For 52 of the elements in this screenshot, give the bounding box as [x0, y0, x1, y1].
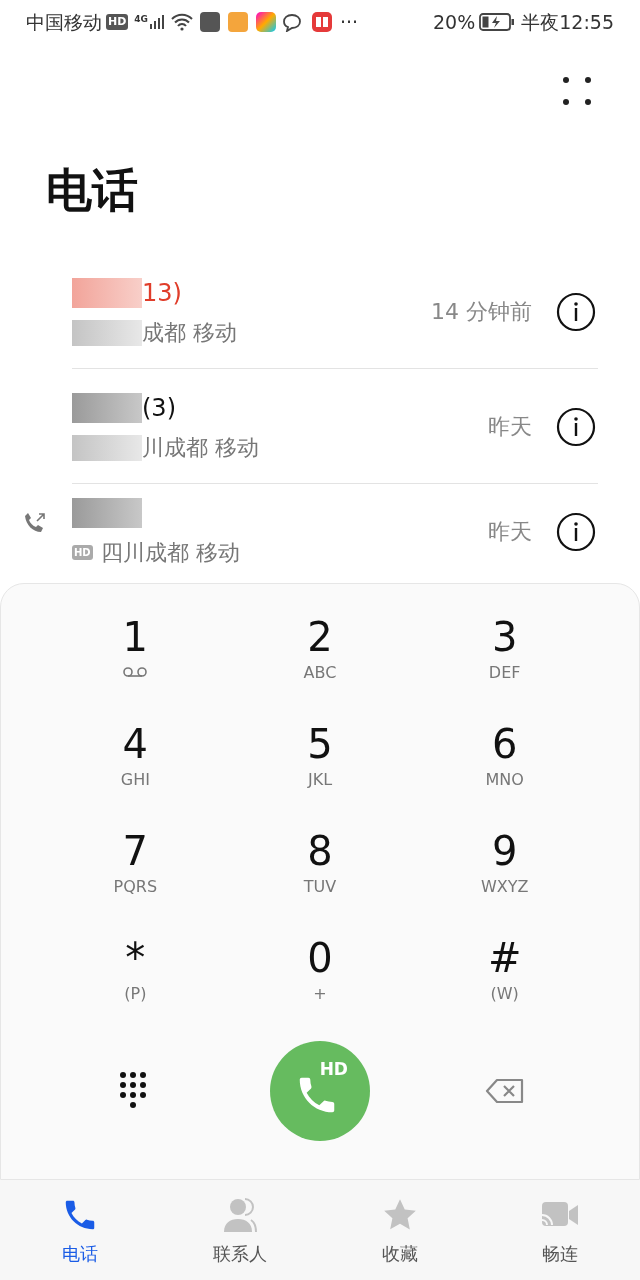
tab-item[interactable]: 收藏 — [320, 1180, 480, 1280]
backspace-icon[interactable] — [484, 1078, 525, 1104]
location-text: 川成都 移动 — [142, 434, 259, 462]
contact-name: 13) — [142, 277, 182, 308]
book-app-icon — [312, 12, 332, 32]
call-time: 14 分钟前 — [431, 298, 532, 326]
call-time: 昨天 — [488, 413, 532, 441]
dial-key[interactable]: 9 WXYZ — [412, 822, 597, 929]
info-icon[interactable] — [556, 291, 596, 332]
info-icon[interactable] — [556, 406, 596, 447]
person-icon — [221, 1196, 259, 1234]
more-notifications-icon: ··· — [340, 7, 359, 37]
call-log-row[interactable]: 13) 成都 移动 14 分钟前 — [0, 254, 640, 369]
dial-key[interactable]: * (P) — [43, 929, 228, 1036]
wifi-icon — [170, 12, 194, 32]
chat-bubble-icon — [282, 12, 304, 32]
app-icon — [200, 12, 220, 32]
voicemail-icon — [122, 666, 149, 678]
dial-key[interactable]: 8 TUV — [227, 822, 413, 929]
dial-key[interactable]: 3 DEF — [412, 608, 597, 715]
app-icon — [256, 12, 276, 32]
call-time: 昨天 — [488, 518, 532, 546]
tab-item[interactable]: 电话 — [0, 1180, 160, 1280]
call-log-row[interactable]: HD 四川成都 移动 昨天 — [0, 484, 640, 579]
dial-key[interactable]: 0 + — [227, 929, 413, 1036]
dial-key[interactable]: # (W) — [412, 929, 597, 1036]
pixelated-number — [72, 319, 142, 346]
dial-key[interactable]: 7 PQRS — [43, 822, 228, 929]
tab-item[interactable]: 联系人 — [160, 1180, 320, 1280]
dial-key[interactable]: 2 ABC — [227, 608, 413, 715]
contact-name: (3) — [142, 392, 176, 423]
dial-key[interactable]: 5 JKL — [227, 715, 413, 822]
dial-key[interactable]: 1 — [43, 608, 228, 715]
location-text: 四川成都 移动 — [100, 539, 240, 567]
call-log-row[interactable]: (3) 川成都 移动 昨天 — [0, 369, 640, 484]
hd-badge: HD — [72, 545, 93, 560]
app-icon — [228, 12, 248, 32]
hd-badge: HD — [106, 14, 129, 30]
dial-key[interactable]: 4 GHI — [43, 715, 228, 822]
tab-item[interactable]: 畅连 — [480, 1180, 640, 1280]
pixelated-name — [72, 497, 142, 528]
battery-percent: 20% — [433, 9, 476, 35]
menu-icon[interactable] — [562, 76, 592, 106]
pixelated-name — [72, 392, 142, 423]
info-icon[interactable] — [556, 511, 596, 552]
dial-key[interactable]: 6 MNO — [412, 715, 597, 822]
location-text: 成都 移动 — [142, 319, 237, 347]
carrier-name: 中国移动 — [26, 9, 102, 35]
clock-time: 半夜12:55 — [521, 9, 614, 35]
pixelated-name — [72, 277, 142, 308]
page-title: 电话 — [46, 162, 138, 218]
pixelated-number — [72, 434, 142, 461]
